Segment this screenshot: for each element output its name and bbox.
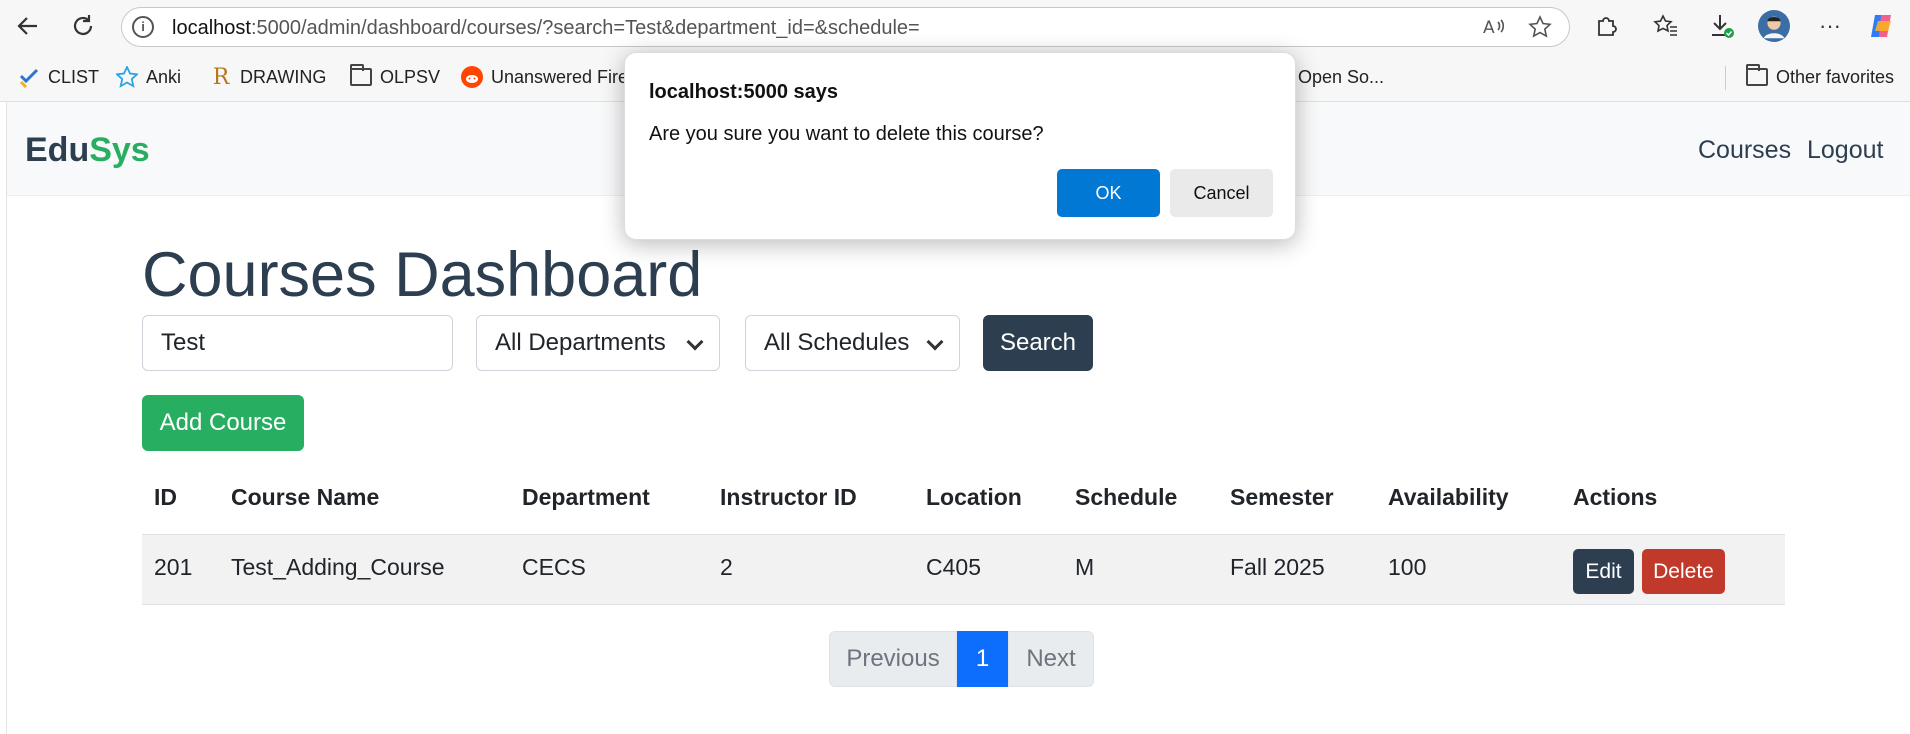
browser-toolbar: i localhost:5000/admin/dashboard/courses…	[0, 0, 1910, 52]
confirm-dialog: localhost:5000 says Are you sure you wan…	[624, 52, 1296, 240]
brand-logo[interactable]: EduSys	[25, 131, 150, 170]
column-header-course-name: Course Name	[231, 484, 380, 510]
dialog-message: Are you sure you want to delete this cou…	[649, 123, 1044, 145]
svg-text:A: A	[1483, 18, 1495, 38]
pagination-next[interactable]: Next	[1008, 631, 1094, 687]
drawing-r-icon: R	[212, 64, 230, 90]
bookmark-clist[interactable]: CLIST	[18, 64, 99, 90]
bookmark-drawing[interactable]: R DRAWING	[210, 64, 327, 90]
bookmark-unanswered[interactable]: Unanswered Fire	[461, 64, 628, 90]
address-bar[interactable]: i localhost:5000/admin/dashboard/courses…	[121, 7, 1570, 47]
delete-button[interactable]: Delete	[1642, 549, 1725, 594]
dialog-cancel-button[interactable]: Cancel	[1170, 169, 1273, 217]
cell-instructor-id: 2	[720, 554, 733, 580]
bookmarks-divider	[1725, 66, 1726, 90]
add-course-button[interactable]: Add Course	[142, 395, 304, 451]
column-header-actions: Actions	[1573, 484, 1658, 510]
profile-avatar[interactable]	[1758, 10, 1790, 42]
column-header-instructor-id: Instructor ID	[720, 484, 857, 510]
cell-course-name: Test_Adding_Course	[231, 554, 445, 580]
cell-schedule: M	[1075, 554, 1095, 580]
pagination-previous[interactable]: Previous	[829, 631, 957, 687]
search-button[interactable]: Search	[983, 315, 1093, 371]
cell-availability: 100	[1388, 554, 1427, 580]
cell-id: 201	[154, 554, 193, 580]
chevron-down-icon	[686, 333, 704, 351]
bookmark-olpsv[interactable]: OLPSV	[350, 64, 440, 90]
column-header-schedule: Schedule	[1075, 484, 1178, 510]
address-text[interactable]: localhost:5000/admin/dashboard/courses/?…	[172, 17, 920, 40]
anki-star-icon	[116, 66, 138, 88]
downloads-icon[interactable]	[1706, 10, 1738, 42]
dialog-ok-button[interactable]: OK	[1057, 169, 1160, 217]
schedule-select[interactable]: All Schedules	[745, 315, 960, 371]
nav-link-logout[interactable]: Logout	[1807, 136, 1883, 165]
clist-icon	[18, 66, 40, 88]
column-header-semester: Semester	[1230, 484, 1334, 510]
reddit-icon	[461, 66, 483, 88]
more-menu-icon[interactable]: ···	[1814, 10, 1846, 42]
refresh-icon[interactable]	[67, 10, 99, 42]
department-select[interactable]: All Departments	[476, 315, 720, 371]
pagination-page-1[interactable]: 1	[957, 631, 1008, 687]
folder-icon	[350, 64, 372, 86]
cell-semester: Fall 2025	[1230, 554, 1325, 580]
cell-location: C405	[926, 554, 981, 580]
nav-link-courses[interactable]: Courses	[1698, 136, 1791, 165]
read-aloud-icon[interactable]: A	[1482, 14, 1508, 40]
site-info-icon[interactable]: i	[132, 16, 154, 38]
favorites-icon[interactable]	[1650, 10, 1682, 42]
cell-department: CECS	[522, 554, 586, 580]
extensions-icon[interactable]	[1590, 10, 1622, 42]
column-header-availability: Availability	[1388, 484, 1509, 510]
bookmark-other-favorites[interactable]: Other favorites	[1746, 64, 1894, 90]
search-input[interactable]: Test	[142, 315, 453, 371]
edit-button[interactable]: Edit	[1573, 549, 1634, 594]
copilot-icon[interactable]	[1866, 10, 1898, 42]
bookmark-anki[interactable]: Anki	[116, 64, 181, 90]
folder-icon	[1746, 64, 1768, 86]
dialog-title: localhost:5000 says	[649, 81, 838, 103]
favorite-star-icon[interactable]	[1527, 14, 1553, 40]
page-title: Courses Dashboard	[142, 240, 703, 310]
chevron-down-icon	[926, 333, 944, 351]
column-header-department: Department	[522, 484, 650, 510]
column-header-id: ID	[154, 484, 177, 510]
column-header-location: Location	[926, 484, 1022, 510]
bookmark-open-source[interactable]: Open So...	[1298, 64, 1384, 90]
back-icon[interactable]	[12, 10, 44, 42]
